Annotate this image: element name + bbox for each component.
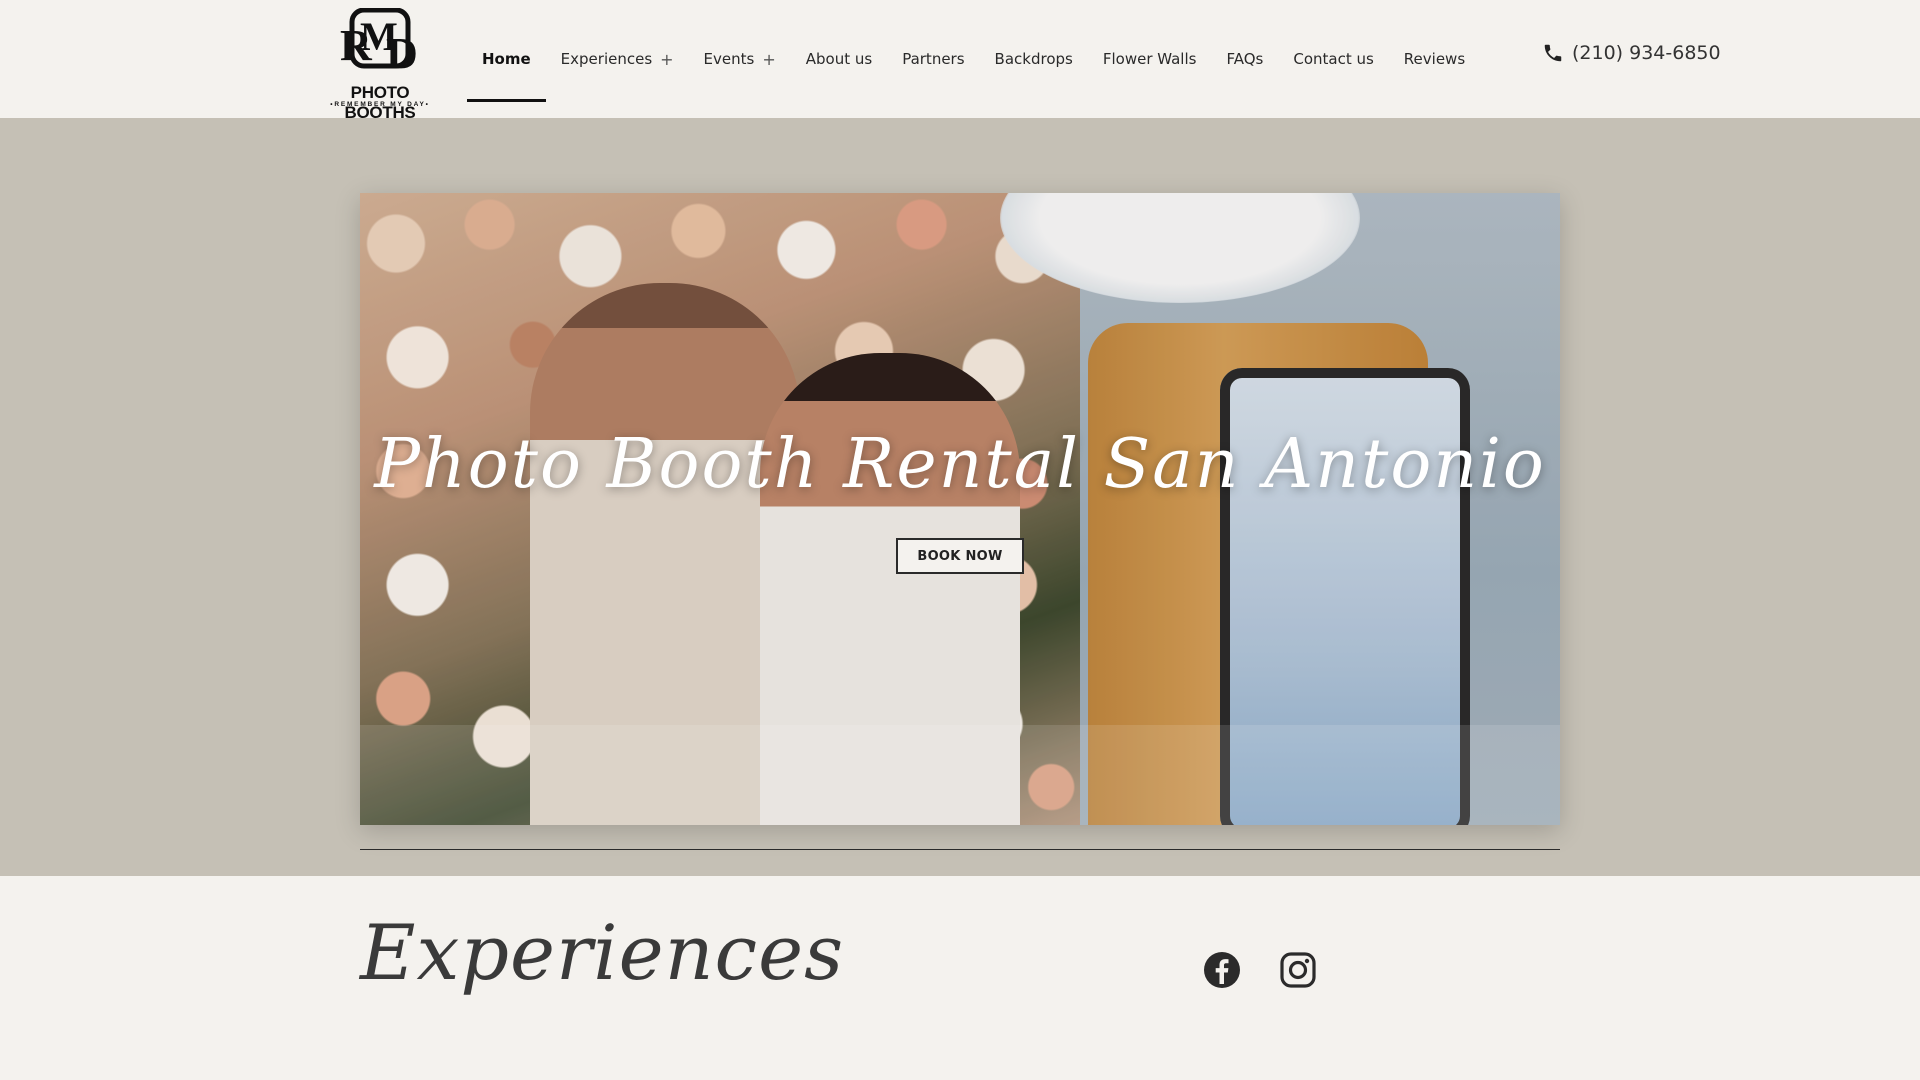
nav-item-label: Reviews <box>1403 50 1466 68</box>
nav-item-label: Contact us <box>1293 50 1374 68</box>
book-now-button[interactable]: BOOK NOW <box>896 538 1024 574</box>
nav-item-label: Partners <box>902 50 965 68</box>
nav-item-experiences[interactable]: Experiences + <box>546 16 689 102</box>
nav-item-label: Events <box>703 50 755 68</box>
hero-divider <box>360 849 1560 850</box>
nav-item-faqs[interactable]: FAQs <box>1211 16 1278 102</box>
phone-icon <box>1544 44 1562 62</box>
logo-tagline: •REMEMBER MY DAY• <box>330 101 430 108</box>
nav-item-label: Backdrops <box>994 50 1073 68</box>
instagram-icon[interactable] <box>1278 950 1318 990</box>
nav-item-flower-walls[interactable]: Flower Walls <box>1088 16 1212 102</box>
nav-item-partners[interactable]: Partners <box>887 16 979 102</box>
site-header: R M D PHOTO BOOTHS •REMEMBER MY DAY• Hom… <box>0 0 1920 122</box>
nav-item-label: Flower Walls <box>1102 50 1197 68</box>
nav-item-reviews[interactable]: Reviews <box>1389 16 1480 102</box>
submenu-plus-icon[interactable]: + <box>660 50 673 69</box>
main-nav: Home Experiences + Events + About us Partn… <box>467 0 1480 118</box>
nav-item-events[interactable]: Events + <box>689 16 791 102</box>
hero-banner: Photo Booth Rental San Antonio BOOK NOW <box>360 193 1560 825</box>
rmd-monogram-logo: R M D <box>340 8 418 78</box>
nav-item-backdrops[interactable]: Backdrops <box>980 16 1088 102</box>
submenu-plus-icon[interactable]: + <box>762 50 775 69</box>
experiences-heading: Experiences <box>360 908 845 997</box>
nav-item-contact-us[interactable]: Contact us <box>1278 16 1388 102</box>
site-logo[interactable]: R M D PHOTO BOOTHS •REMEMBER MY DAY• <box>314 8 446 122</box>
hero-title: Photo Booth Rental San Antonio <box>374 425 1546 504</box>
nav-item-label: About us <box>805 50 873 68</box>
phone-number: (210) 934-6850 <box>1572 42 1721 64</box>
nav-item-label: FAQs <box>1226 50 1264 68</box>
nav-item-about-us[interactable]: About us <box>791 16 887 102</box>
svg-text:D: D <box>386 29 418 78</box>
nav-item-label: Experiences <box>560 50 653 68</box>
nav-item-label: Home <box>482 50 531 68</box>
phone-link[interactable]: (210) 934-6850 <box>1542 42 1721 64</box>
hero-bottom-fade <box>360 725 1560 825</box>
nav-item-home[interactable]: Home <box>467 16 546 102</box>
facebook-icon[interactable] <box>1202 950 1242 990</box>
